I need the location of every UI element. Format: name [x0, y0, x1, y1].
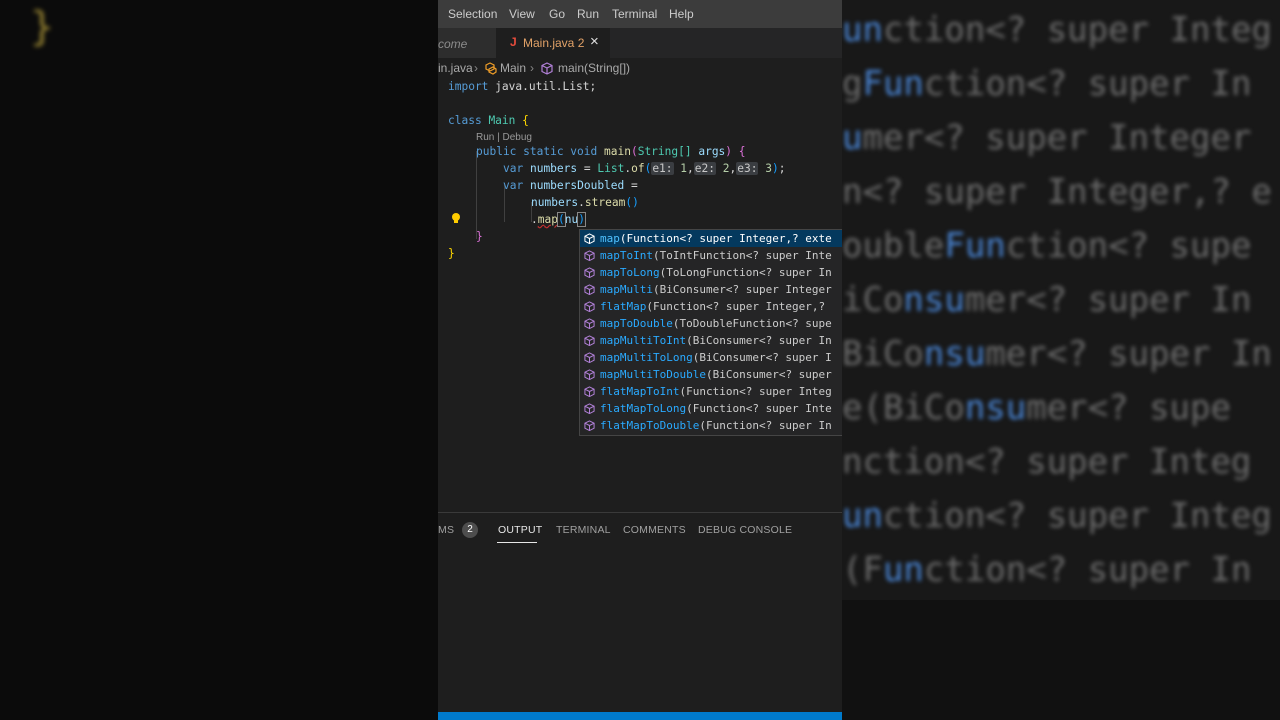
background-code-line: e(BiConsumer<? supe [842, 388, 1231, 428]
background-right: (Function<? super In unction<? super Inte… [842, 0, 1280, 720]
lightbulb-icon[interactable] [450, 212, 462, 224]
menu-view[interactable]: View [509, 7, 535, 21]
background-code-line: umer<? super Integer [842, 118, 1252, 158]
suggestion-label: mapMulti(BiConsumer<? super Integer [600, 283, 832, 296]
inlay-hint-e3: e3: [736, 162, 759, 175]
active-tab-indicator [497, 542, 537, 543]
background-code-line: unction<? super Integ [842, 10, 1272, 50]
suggestion-item[interactable]: map(Function<? super Integer,? exte [580, 230, 842, 247]
suggestion-item[interactable]: mapToLong(ToLongFunction<? super In [580, 264, 842, 281]
method-icon [584, 403, 595, 414]
background-code-line: nction<? super Integ [842, 442, 1252, 482]
status-bar [438, 712, 842, 720]
suggestion-label: mapMultiToLong(BiConsumer<? super I [600, 351, 832, 364]
menu-terminal[interactable]: Terminal [612, 7, 657, 21]
background-code-line: BiConsumer<? super In [842, 334, 1272, 374]
chevron-right-icon: › [474, 61, 478, 75]
suggestion-item[interactable]: mapMulti(BiConsumer<? super Integer [580, 281, 842, 298]
java-file-icon: J [510, 35, 517, 49]
suggestion-label: mapToDouble(ToDoubleFunction<? supe [600, 317, 832, 330]
method-icon [584, 386, 595, 397]
background-fade [842, 600, 1280, 720]
inlay-hint-e1: e1: [651, 162, 674, 175]
method-icon [584, 250, 595, 261]
method-icon [584, 301, 595, 312]
tab-problems[interactable]: MS [438, 524, 454, 536]
tab-welcome[interactable]: come [438, 28, 496, 58]
method-icon [584, 233, 595, 244]
suggestion-item[interactable]: flatMapToInt(Function<? super Integ [580, 383, 842, 400]
tab-output[interactable]: OUTPUT [498, 524, 542, 536]
breadcrumb-file[interactable]: in.java [438, 61, 473, 75]
suggestion-item[interactable]: flatMapToDouble(Function<? super In [580, 417, 842, 434]
suggestion-label: mapMultiToDouble(BiConsumer<? super [600, 368, 832, 381]
background-brace: } [30, 4, 55, 50]
method-icon [584, 267, 595, 278]
suggestion-label: flatMap(Function<? super Integer,? [600, 300, 826, 313]
problems-count-badge: 2 [462, 522, 478, 538]
background-code-line: unction<? super Integ [842, 496, 1272, 536]
close-icon[interactable]: × [590, 33, 599, 50]
indent-guide [476, 151, 477, 239]
tab-debug-console[interactable]: DEBUG CONSOLE [698, 524, 792, 536]
menu-selection[interactable]: Selection [448, 7, 497, 21]
suggestion-label: flatMapToInt(Function<? super Integ [600, 385, 832, 398]
tab-main-java[interactable]: J Main.java 2 × [496, 28, 610, 58]
method-icon [584, 369, 595, 380]
code-line-numbers: var numbers = List.of(e1: 1,e2: 2,e3: 3)… [503, 162, 786, 175]
method-icon [584, 352, 595, 363]
suggestion-label: mapToLong(ToLongFunction<? super In [600, 266, 832, 279]
background-code-line: gFunction<? super In [842, 64, 1252, 104]
method-icon [584, 335, 595, 346]
menu-go[interactable]: Go [549, 7, 565, 21]
background-code-line: (Function<? super In [842, 550, 1252, 590]
background-left: } [0, 0, 438, 720]
menu-run[interactable]: Run [577, 7, 599, 21]
inlay-hint-e2: e2: [693, 162, 716, 175]
suggestion-item[interactable]: mapMultiToInt(BiConsumer<? super In [580, 332, 842, 349]
vscode-window: Selection View Go Run Terminal Help come… [438, 0, 842, 720]
tab-main-label: Main.java 2 [523, 36, 585, 50]
method-icon [584, 318, 595, 329]
breadcrumb-method[interactable]: main(String[]) [558, 61, 630, 75]
suggestion-label: map(Function<? super Integer,? exte [600, 232, 832, 245]
method-icon [584, 420, 595, 431]
suggest-widget[interactable]: map(Function<? super Integer,? exte mapTo… [579, 229, 842, 436]
suggestion-label: mapToInt(ToIntFunction<? super Inte [600, 249, 832, 262]
background-code-line: iConsumer<? super In [842, 280, 1252, 320]
suggestion-item[interactable]: flatMapToLong(Function<? super Inte [580, 400, 842, 417]
menu-help[interactable]: Help [669, 7, 694, 21]
code-line-numbers-doubled: var numbersDoubled = [503, 179, 638, 192]
code-line-close-method: } [476, 230, 483, 243]
class-icon [485, 62, 497, 75]
breadcrumb-class[interactable]: Main [500, 61, 526, 75]
chevron-right-icon: › [530, 61, 534, 75]
suggestion-label: flatMapToDouble(Function<? super In [600, 419, 832, 432]
background-code-line: oubleFunction<? supe [842, 226, 1252, 266]
code-line-class: class Main { [448, 114, 529, 127]
tab-welcome-label: come [438, 37, 468, 51]
suggestion-label: mapMultiToInt(BiConsumer<? super In [600, 334, 832, 347]
suggestion-item[interactable]: mapMultiToDouble(BiConsumer<? super [580, 366, 842, 383]
suggestion-item[interactable]: flatMap(Function<? super Integer,? [580, 298, 842, 315]
editor-tab-bar: come J Main.java 2 × [438, 28, 842, 58]
method-icon [584, 284, 595, 295]
suggestion-item[interactable]: mapToInt(ToIntFunction<? super Inte [580, 247, 842, 264]
suggestion-label: flatMapToLong(Function<? super Inte [600, 402, 832, 415]
tab-terminal[interactable]: TERMINAL [556, 524, 611, 536]
suggestion-item[interactable]: mapMultiToLong(BiConsumer<? super I [580, 349, 842, 366]
code-line-close-class: } [448, 247, 455, 260]
menu-bar: Selection View Go Run Terminal Help [438, 0, 842, 28]
suggestion-item[interactable]: mapToDouble(ToDoubleFunction<? supe [580, 315, 842, 332]
code-line-import: import java.util.List; [448, 80, 597, 93]
code-line-main: public static void main(String[] args) { [476, 145, 746, 158]
code-line-stream: numbers.stream() [531, 196, 639, 209]
tab-comments[interactable]: COMMENTS [623, 524, 686, 536]
code-line-map: .map(nu) [531, 212, 586, 227]
background-code-line: n<? super Integer,? e [842, 172, 1272, 212]
bottom-panel: MS 2 OUTPUT TERMINAL COMMENTS DEBUG CONS… [438, 513, 842, 713]
method-icon [541, 62, 553, 75]
